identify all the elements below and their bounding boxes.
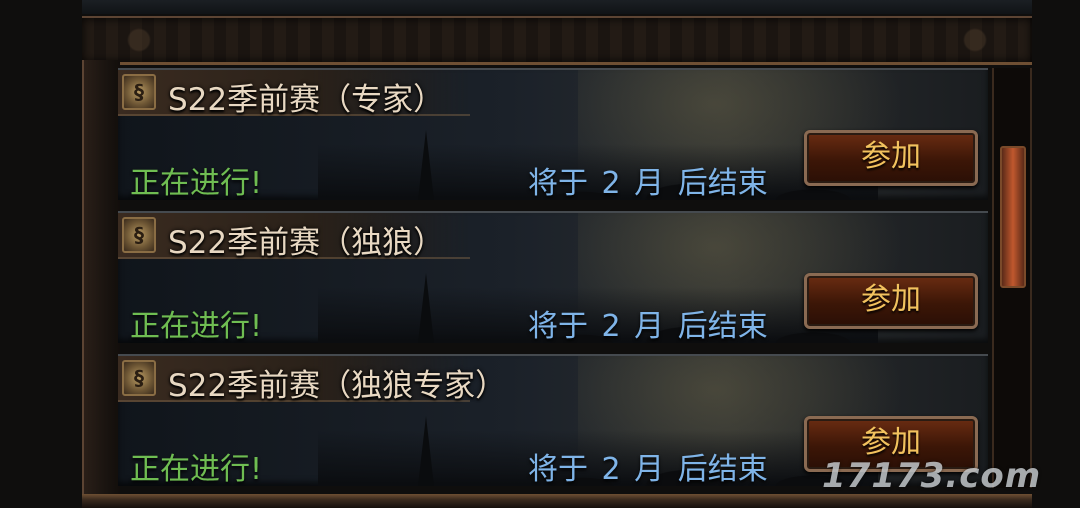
event-status: 正在进行! [130,452,263,486]
event-title-plate: § S22季前赛（专家） [118,70,470,118]
join-button[interactable]: 参加 [804,273,978,329]
event-title: S22季前赛（专家） [168,82,445,118]
season-badge-icon: § [122,74,156,110]
panel-header-frame [82,16,1032,65]
season-badge-icon: § [122,217,156,253]
event-row-expert: § S22季前赛（专家） 正在进行! 将于 2 月 后结束 参加 [118,68,988,200]
season-badge-icon: § [122,360,156,396]
event-status: 正在进行! [130,309,263,343]
event-status: 正在进行! [130,166,263,200]
event-end-time: 将于 2 月 后结束 [528,309,768,343]
watermark-logo: 17173.com [822,456,1042,496]
panel-left-frame [82,60,120,500]
scrollbar-thumb[interactable] [1000,146,1026,288]
event-title-plate: § S22季前赛（独狼） [118,213,470,261]
event-title: S22季前赛（独狼） [168,225,445,261]
event-end-time: 将于 2 月 后结束 [528,166,768,200]
join-button[interactable]: 参加 [804,130,978,186]
event-row-solo: § S22季前赛（独狼） 正在进行! 将于 2 月 后结束 参加 [118,211,988,343]
event-title: S22季前赛（独狼专家） [168,368,507,404]
event-end-time: 将于 2 月 后结束 [528,452,768,486]
event-title-plate: § S22季前赛（独狼专家） [118,356,506,404]
panel-bottom-frame [82,494,1032,508]
top-bar [82,0,1032,14]
